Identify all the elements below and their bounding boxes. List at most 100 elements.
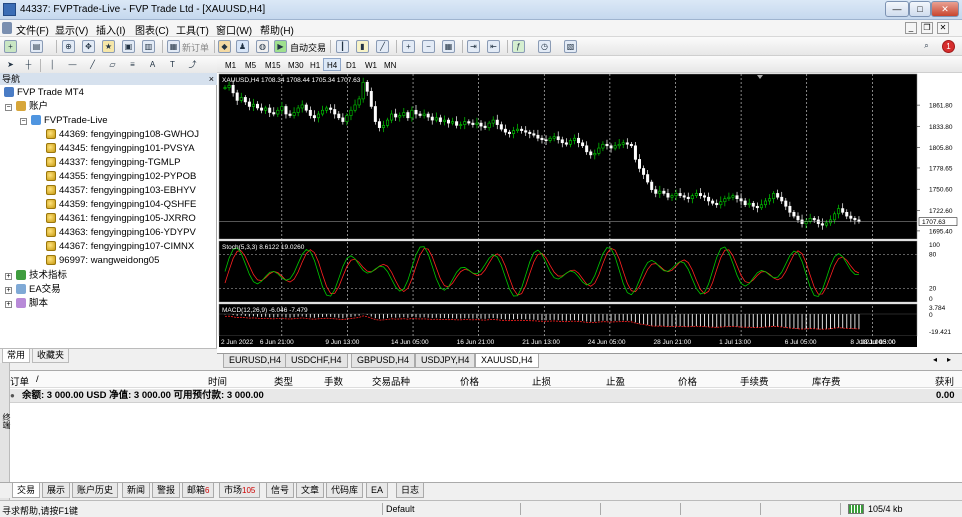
nav-account-item[interactable]: 44337: fengyingping-TGMLP <box>46 156 180 170</box>
menu-tools[interactable]: 工具(T) <box>176 22 209 37</box>
zoom-out-icon[interactable]: − <box>422 40 435 53</box>
col-time[interactable]: 时间 <box>208 374 227 388</box>
nav-accounts[interactable]: 账户 <box>16 100 48 114</box>
terminal-tab[interactable]: 新闻 <box>122 483 151 498</box>
balance-row[interactable]: ● 余额: 3 000.00 USD 净值: 3 000.00 可用预付款: 3… <box>0 389 962 403</box>
timeframe-w1[interactable]: W1 <box>361 58 381 71</box>
menu-help[interactable]: 帮助(H) <box>260 22 294 37</box>
auto-trading-icon[interactable]: ▶ <box>274 40 287 53</box>
nav-account-item[interactable]: 44369: fengyingping108-GWHOJ <box>46 128 199 142</box>
accounts-collapse-icon[interactable]: − <box>5 104 12 111</box>
server-collapse-icon[interactable]: − <box>20 118 27 125</box>
crosshair-icon[interactable]: ┼ <box>22 59 35 72</box>
nav-account-item[interactable]: 44363: fengyingping106-YDYPV <box>46 226 196 240</box>
chart-tab-usdjpy[interactable]: USDJPY,H4 <box>415 354 476 368</box>
nav-account-item[interactable]: 44357: fengyingping103-EBHYV <box>46 184 196 198</box>
maximize-button[interactable]: □ <box>909 1 931 17</box>
timeframe-m15[interactable]: M15 <box>261 58 285 71</box>
timeframe-m30[interactable]: M30 <box>284 58 308 71</box>
nav-root[interactable]: FVP Trade MT4 <box>4 86 84 100</box>
ea-expand-icon[interactable]: + <box>5 287 12 294</box>
terminal-tab[interactable]: 代码库 <box>326 483 364 498</box>
strategy-tester-icon[interactable]: ▥ <box>142 40 155 53</box>
terminal-icon[interactable]: ▣ <box>122 40 135 53</box>
chart-tab-usdchf[interactable]: USDCHF,H4 <box>285 354 348 368</box>
tab-favorites[interactable]: 收藏夹 <box>32 349 70 363</box>
metaeditor-icon[interactable]: ◆ <box>218 40 231 53</box>
menu-window[interactable]: 窗口(W) <box>216 22 252 37</box>
chart-tab-gbpusd[interactable]: GBPUSD,H4 <box>351 354 416 368</box>
terminal-tab[interactable]: 交易 <box>12 483 41 498</box>
vertical-line-icon[interactable]: │ <box>46 59 59 72</box>
bar-chart-icon[interactable]: ┃ <box>336 40 349 53</box>
terminal-tab[interactable]: 展示 <box>42 483 71 498</box>
text-icon[interactable]: A <box>146 59 159 72</box>
scripts-expand-icon[interactable]: + <box>5 301 12 308</box>
indicators-expand-icon[interactable]: + <box>5 273 12 280</box>
nav-expert-advisors[interactable]: EA交易 <box>16 283 61 297</box>
candlestick-icon[interactable]: ▮ <box>356 40 369 53</box>
col-swap[interactable]: 库存费 <box>812 374 841 388</box>
col-current-price[interactable]: 价格 <box>678 374 697 388</box>
chart-shift-icon[interactable]: ⇤ <box>487 40 500 53</box>
options-icon[interactable]: ♟ <box>236 40 249 53</box>
channel-icon[interactable]: ▱ <box>106 59 119 72</box>
col-symbol[interactable]: 交易品种 <box>372 374 410 388</box>
tile-windows-icon[interactable]: ▦ <box>442 40 455 53</box>
col-sort[interactable]: / <box>36 374 39 385</box>
terminal-tab[interactable]: 邮箱6 <box>182 483 215 498</box>
trendline-icon[interactable]: ╱ <box>86 59 99 72</box>
zoom-in-icon[interactable]: + <box>402 40 415 53</box>
terminal-tab[interactable]: 市场105 <box>219 483 261 498</box>
navigator-close-icon[interactable]: × <box>209 73 214 85</box>
new-order-icon[interactable]: ▦ <box>167 40 180 53</box>
timeframe-h1[interactable]: H1 <box>306 58 324 71</box>
text-label-icon[interactable]: T <box>166 59 179 72</box>
new-chart-icon[interactable]: + <box>4 40 17 53</box>
nav-account-item[interactable]: 44355: fengyingping102-PYPOB <box>46 170 196 184</box>
fibonacci-icon[interactable]: ≡ <box>126 59 139 72</box>
menu-insert[interactable]: 插入(I) <box>96 22 125 37</box>
menu-view[interactable]: 显示(V) <box>55 22 88 37</box>
chart-svg[interactable]: 1707.63 1861.80 1833.80 1805.80 1778.65 1750.… <box>217 73 962 353</box>
col-profit[interactable]: 获利 <box>935 374 954 388</box>
timeframe-h4[interactable]: H4 <box>323 58 342 71</box>
indicators-icon[interactable]: ƒ <box>512 40 525 53</box>
terminal-tab[interactable]: EA <box>366 483 389 498</box>
menu-charts[interactable]: 图表(C) <box>135 22 169 37</box>
data-window-icon[interactable]: ✥ <box>82 40 95 53</box>
menu-file[interactable]: 文件(F) <box>16 22 49 37</box>
horizontal-line-icon[interactable]: — <box>66 59 79 72</box>
col-stop-loss[interactable]: 止损 <box>532 374 551 388</box>
nav-account-item[interactable]: 44359: fengyingping104-QSHFE <box>46 198 196 212</box>
nav-account-item[interactable]: 96997: wangweidong05 <box>46 254 159 268</box>
terminal-tab[interactable]: 账户历史 <box>72 483 119 498</box>
market-watch-icon[interactable]: ⊕ <box>62 40 75 53</box>
col-price[interactable]: 价格 <box>460 374 479 388</box>
chart-tab-xauusd[interactable]: XAUUSD,H4 <box>475 354 539 368</box>
cursor-icon[interactable]: ➤ <box>4 59 17 72</box>
nav-account-item[interactable]: 44345: fengyingping101-PVSYA <box>46 142 195 156</box>
timeframe-m1[interactable]: M1 <box>221 58 240 71</box>
terminal-tab[interactable]: 文章 <box>296 483 325 498</box>
periods-icon[interactable]: ◷ <box>538 40 551 53</box>
mdi-icon[interactable] <box>2 22 12 34</box>
col-take-profit[interactable]: 止盈 <box>606 374 625 388</box>
auto-trading-button[interactable]: 自动交易 <box>290 41 326 54</box>
line-chart-icon[interactable]: ╱ <box>376 40 389 53</box>
auto-scroll-icon[interactable]: ⇥ <box>467 40 480 53</box>
mdi-minimize-button[interactable]: _ <box>905 22 917 34</box>
close-button[interactable]: ✕ <box>931 1 959 17</box>
navigator-icon[interactable]: ★ <box>102 40 115 53</box>
tab-common[interactable]: 常用 <box>2 349 31 363</box>
mdi-restore-button[interactable]: ❐ <box>921 22 933 34</box>
nav-indicators[interactable]: 技术指标 <box>16 269 67 283</box>
nav-account-item[interactable]: 44361: fengyingping105-JXRRO <box>46 212 196 226</box>
new-order-button[interactable]: 新订单 <box>182 41 209 54</box>
search-icon[interactable]: ⌕ <box>920 40 933 53</box>
arrows-icon[interactable]: ⤴ <box>186 59 199 72</box>
minimize-button[interactable]: — <box>885 1 909 17</box>
col-type[interactable]: 类型 <box>274 374 293 388</box>
timeframe-mn[interactable]: MN <box>380 58 400 71</box>
nav-scripts[interactable]: 脚本 <box>16 297 48 311</box>
